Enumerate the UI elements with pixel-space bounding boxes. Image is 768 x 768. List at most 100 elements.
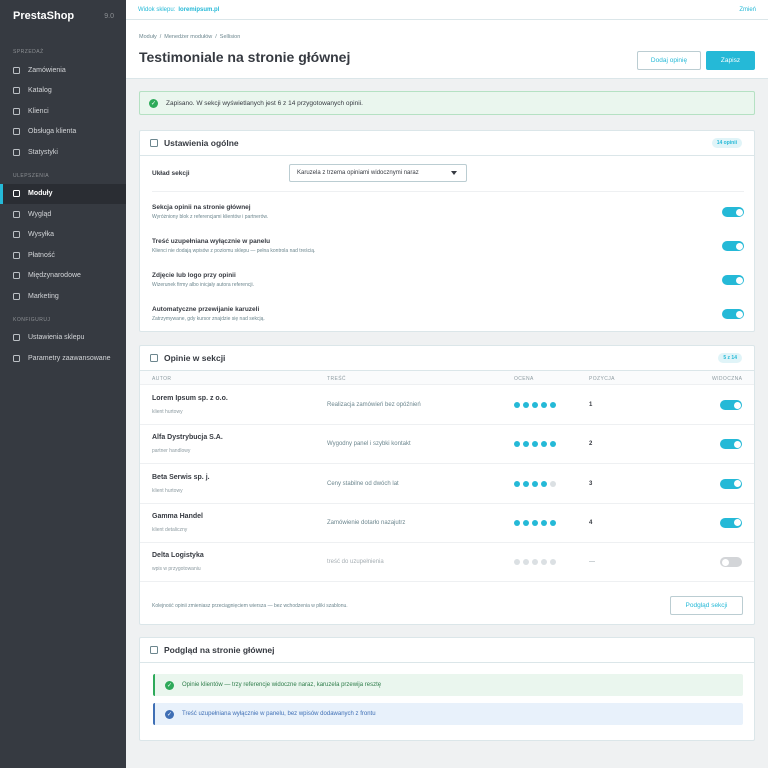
- rating-dot: [523, 441, 529, 448]
- card-title: Ustawienia ogólne: [150, 138, 239, 148]
- visible-toggle[interactable]: [720, 439, 742, 450]
- col-rating[interactable]: OCENA: [514, 376, 534, 382]
- preview-icon: [150, 646, 158, 654]
- setting-row: Automatyczne przewijanie karuzeli Zatrzym…: [152, 306, 744, 322]
- setting-title: Automatyczne przewijanie karuzeli: [152, 306, 260, 313]
- square-icon: [13, 292, 20, 300]
- shop-name-link[interactable]: loremipsum.pl: [178, 7, 219, 13]
- breadcrumb-current: Sellision: [219, 34, 241, 40]
- photo-toggle[interactable]: [722, 275, 744, 285]
- sidebar-item-marketing[interactable]: Marketing: [0, 286, 126, 307]
- review-author: Delta Logistyka: [152, 552, 204, 560]
- preview-section-button[interactable]: Podgląd sekcji: [670, 596, 743, 615]
- sidebar-item-orders[interactable]: Zamówienia: [0, 60, 126, 81]
- sidebar-item-stats[interactable]: Statystyki: [0, 142, 126, 163]
- review-role: klient detaliczny: [152, 526, 188, 533]
- review-rating: [514, 402, 556, 408]
- sidebar-item-payment[interactable]: Płatność: [0, 245, 126, 266]
- rating-dot: [541, 402, 547, 408]
- breadcrumb-module-manager[interactable]: Menedżer modułów: [164, 34, 212, 40]
- preview-note-success: ✓ Opinie klientów — trzy referencje wido…: [153, 674, 743, 696]
- rating-dot: [541, 559, 547, 566]
- preview-note-info: ✓ Treść uzupełniana wyłącznie w panelu, …: [153, 703, 743, 725]
- square-icon: [13, 190, 20, 198]
- square-icon: [13, 354, 20, 362]
- col-content[interactable]: TREŚĆ: [327, 376, 346, 382]
- rating-dot: [532, 480, 538, 487]
- table-row[interactable]: Lorem Ipsum sp. z o.o. klient hurtowy Real…: [140, 386, 754, 425]
- breadcrumb: Moduły / Menedżer modułów / Sellision: [139, 34, 240, 40]
- card-title: Opinie w sekcji: [150, 353, 225, 363]
- table-row[interactable]: Alfa Dystrybucja S.A. partner handlowy Wyg…: [140, 425, 754, 465]
- rating-dot: [550, 441, 556, 448]
- sidebar-item-modules[interactable]: Moduły: [0, 183, 126, 204]
- review-role: klient hurtowy: [152, 409, 183, 415]
- review-author: Lorem Ipsum sp. z o.o.: [152, 395, 228, 402]
- rating-dot: [550, 402, 556, 408]
- table-row[interactable]: Delta Logistyka wpis w przygotowaniu treść…: [140, 543, 754, 583]
- section-enabled-toggle[interactable]: [722, 207, 744, 217]
- review-content: Ceny stabilne od dwóch lat: [327, 480, 399, 487]
- nav-section-configure: KONFIGURUJ: [13, 316, 51, 323]
- sidebar-item-customer-service[interactable]: Obsługa klienta: [0, 122, 126, 143]
- change-shop-link[interactable]: Zmień: [739, 7, 756, 13]
- sidebar-item-international[interactable]: Międzynarodowe: [0, 266, 126, 287]
- rating-dot: [514, 519, 520, 526]
- rating-dot: [514, 441, 520, 448]
- rating-dot: [541, 519, 547, 526]
- review-rating: [514, 480, 556, 487]
- square-icon: [13, 107, 20, 115]
- save-button[interactable]: Zapisz: [706, 51, 755, 70]
- sidebar-item-catalog[interactable]: Katalog: [0, 81, 126, 102]
- reviews-card: Opinie w sekcji 5 z 14 AUTOR TREŚĆ OCENA…: [139, 345, 755, 625]
- version-label: 9.0: [104, 12, 114, 20]
- review-role: wpis w przygotowaniu: [152, 566, 201, 573]
- rating-dot: [514, 480, 520, 487]
- sidebar-item-advanced-params[interactable]: Parametry zaawansowane: [0, 348, 126, 369]
- review-author: Gamma Handel: [152, 512, 203, 520]
- visible-toggle[interactable]: [720, 517, 742, 528]
- panel-only-toggle[interactable]: [722, 241, 744, 251]
- card-header: Opinie w sekcji 5 z 14: [140, 346, 754, 371]
- setting-row: Zdjęcie lub logo przy opinii Wizerunek fi…: [152, 272, 744, 288]
- card-header: Ustawienia ogólne 14 opinii: [140, 131, 754, 156]
- check-icon: ✓: [165, 680, 174, 690]
- rating-dot: [523, 402, 529, 408]
- visible-toggle[interactable]: [720, 400, 742, 410]
- nav-section-sales: SPRZEDAŻ: [13, 49, 44, 55]
- sidebar-item-shop-settings[interactable]: Ustawienia sklepu: [0, 328, 126, 349]
- table-row[interactable]: Beta Serwis sp. j. klient hurtowy Ceny sta…: [140, 465, 754, 504]
- review-position: 3: [589, 480, 593, 487]
- card-header: Podgląd na stronie głównej: [140, 638, 754, 663]
- page-header: Moduły / Menedżer modułów / Sellision Te…: [126, 20, 768, 79]
- breadcrumb-modules[interactable]: Moduły: [139, 34, 157, 40]
- col-position[interactable]: POZYCJA: [589, 376, 615, 382]
- visible-toggle[interactable]: [720, 478, 742, 489]
- autoplay-toggle[interactable]: [722, 309, 744, 319]
- square-icon: [13, 66, 20, 74]
- rating-dot: [514, 559, 520, 566]
- add-review-button[interactable]: Dodaj opinię: [637, 51, 701, 70]
- card-title: Podgląd na stronie głównej: [150, 645, 275, 655]
- review-rating: [514, 559, 556, 566]
- sidebar-item-shipping[interactable]: Wysyłka: [0, 225, 126, 246]
- setting-title: Sekcja opinii na stronie głównej: [152, 204, 251, 211]
- table-row[interactable]: Gamma Handel klient detaliczny Zamówienie …: [140, 504, 754, 543]
- layout-select[interactable]: Karuzela z trzema opiniami widocznymi na…: [289, 164, 467, 182]
- square-icon: [13, 251, 20, 259]
- visible-toggle[interactable]: [720, 557, 742, 568]
- square-icon: [13, 272, 20, 280]
- brand-logo[interactable]: PrestaShop: [13, 10, 74, 22]
- setting-desc: Klienci nie dodają wpisów z poziomu skle…: [152, 248, 316, 254]
- col-author[interactable]: AUTOR: [152, 376, 171, 382]
- col-visible[interactable]: WIDOCZNA: [712, 376, 742, 382]
- review-rating: [514, 519, 556, 526]
- reorder-hint: Kolejność opinii zmieniasz przeciągnięci…: [152, 603, 348, 609]
- setting-desc: Wyróżniony blok z referencjami klientów …: [152, 214, 269, 220]
- sidebar-item-customers[interactable]: Klienci: [0, 101, 126, 122]
- layout-select-value: Karuzela z trzema opiniami widocznymi na…: [297, 170, 419, 176]
- settings-icon: [150, 139, 158, 147]
- sidebar-item-design[interactable]: Wygląd: [0, 204, 126, 225]
- nav-section-improve: ULEPSZENIA: [13, 172, 50, 179]
- visible-count-badge: 5 z 14: [718, 353, 742, 363]
